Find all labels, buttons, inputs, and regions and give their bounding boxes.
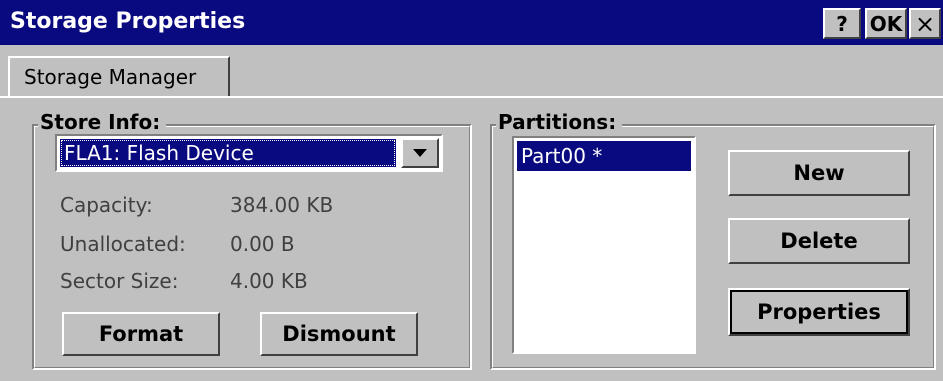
sector-size-label: Sector Size: xyxy=(60,269,179,293)
ok-button[interactable]: OK xyxy=(865,8,907,39)
close-button[interactable]: × xyxy=(909,8,941,39)
format-button-label: Format xyxy=(98,322,184,346)
tab-label: Storage Manager xyxy=(24,65,197,89)
delete-button[interactable]: Delete xyxy=(728,218,910,264)
new-button[interactable]: New xyxy=(728,150,910,196)
partition-list[interactable]: Part00 * xyxy=(512,136,696,354)
properties-button-label: Properties xyxy=(757,300,881,324)
list-item[interactable]: Part00 * xyxy=(517,141,691,171)
unallocated-label: Unallocated: xyxy=(60,232,186,256)
window-title: Storage Properties xyxy=(10,9,246,34)
store-info-label: Store Info: xyxy=(38,110,167,134)
title-bar: Storage Properties ? OK × xyxy=(0,0,943,45)
dismount-button-label: Dismount xyxy=(282,322,396,346)
capacity-label: Capacity: xyxy=(60,193,153,217)
dropdown-button[interactable] xyxy=(401,138,439,168)
partitions-label: Partitions: xyxy=(496,110,623,134)
store-select-value: FLA1: Flash Device xyxy=(60,139,396,167)
sector-size-value: 4.00 KB xyxy=(230,269,308,293)
store-select[interactable]: FLA1: Flash Device xyxy=(55,134,443,172)
tab-storage-manager[interactable]: Storage Manager xyxy=(8,56,230,98)
properties-button[interactable]: Properties xyxy=(728,288,910,336)
format-button[interactable]: Format xyxy=(62,312,220,356)
unallocated-value: 0.00 B xyxy=(230,232,295,256)
dismount-button[interactable]: Dismount xyxy=(260,312,418,356)
chevron-down-icon xyxy=(413,148,427,157)
tab-panel-edge xyxy=(0,96,943,98)
delete-button-label: Delete xyxy=(780,229,858,253)
capacity-value: 384.00 KB xyxy=(230,193,334,217)
new-button-label: New xyxy=(793,161,845,185)
help-button[interactable]: ? xyxy=(823,8,861,39)
